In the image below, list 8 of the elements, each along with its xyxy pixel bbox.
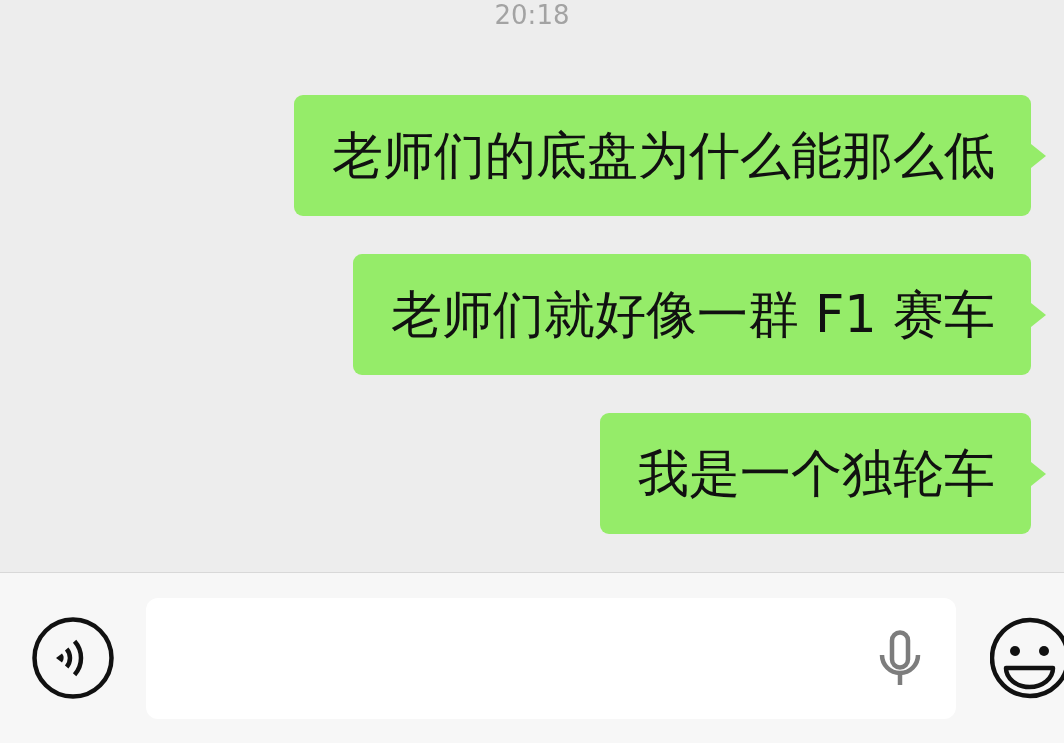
smiley-icon[interactable] (990, 617, 1064, 699)
message-bubble: 我是一个独轮车 (600, 413, 1046, 534)
message-bubble: 老师们的底盘为什么能那么低 (294, 95, 1046, 216)
sound-wave-icon[interactable] (32, 617, 114, 699)
microphone-icon[interactable] (878, 630, 922, 686)
timestamp: 20:18 (494, 0, 570, 30)
message-input-field[interactable] (146, 597, 956, 719)
message-bubble: 老师们就好像一群 F1 赛车 (352, 254, 1046, 375)
